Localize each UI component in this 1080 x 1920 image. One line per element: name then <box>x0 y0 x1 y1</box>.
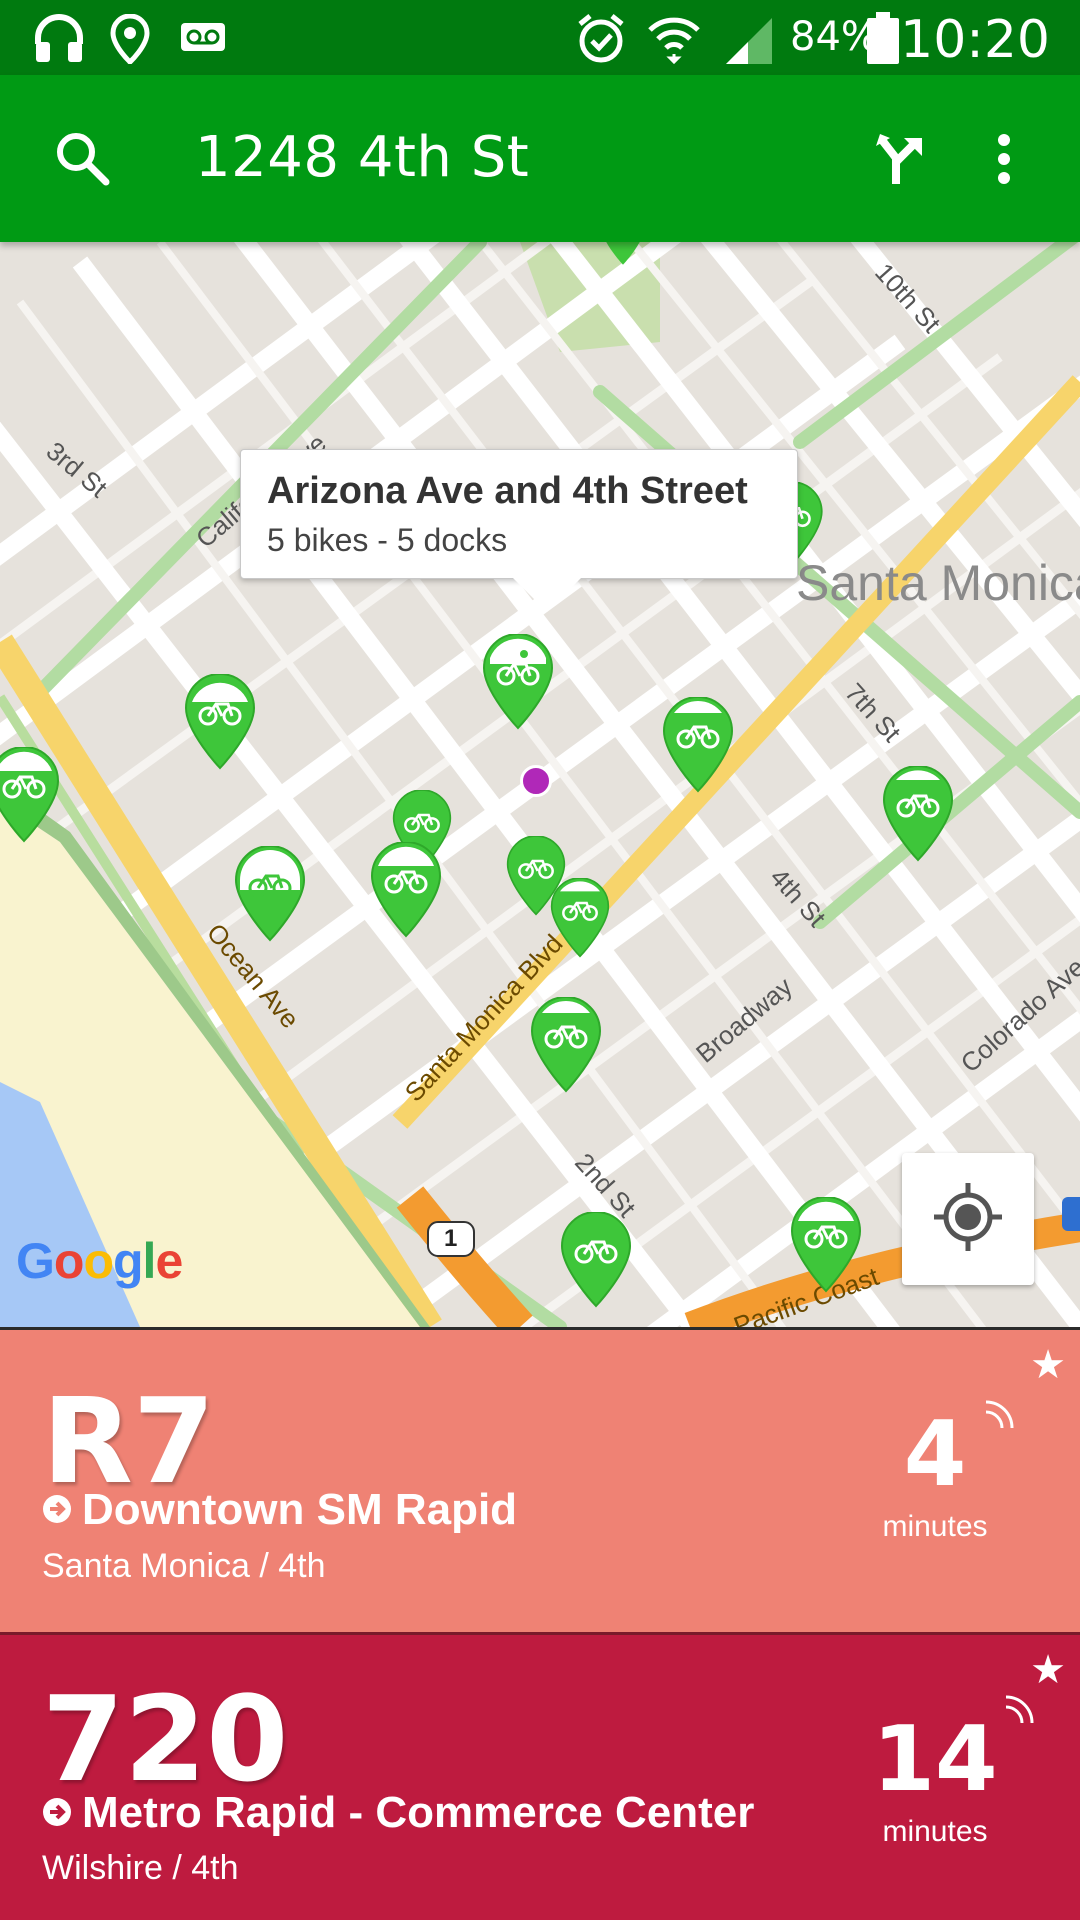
battery-icon <box>866 12 900 69</box>
bike-station-marker[interactable] <box>234 845 306 942</box>
arrival-card[interactable]: 720 Metro Rapid - Commerce Center Wilshi… <box>0 1632 1080 1920</box>
eta-minutes: 4 <box>903 1402 967 1507</box>
clock: 10:20 <box>900 10 1050 70</box>
bike-station-marker[interactable] <box>0 746 60 843</box>
signal-icon <box>724 18 774 69</box>
bike-station-marker[interactable] <box>598 242 648 266</box>
eta-minutes: 14 <box>872 1707 998 1812</box>
map[interactable]: California Ave 3rd St Santa Monica 7th S… <box>0 242 1080 1327</box>
app-bar: 1248 4th St <box>0 75 1080 242</box>
eta: 14 minutes <box>860 1715 1010 1849</box>
bike-station-marker[interactable] <box>560 1211 632 1308</box>
callout-title: Arizona Ave and 4th Street <box>267 470 748 512</box>
route-number: R7 <box>42 1372 215 1510</box>
bike-station-marker[interactable] <box>882 765 954 862</box>
voicemail-icon <box>180 22 226 57</box>
stop-name: Wilshire / 4th <box>42 1849 239 1887</box>
crosshair-icon <box>932 1181 1004 1258</box>
station-callout[interactable]: Arizona Ave and 4th Street 5 bikes - 5 d… <box>240 449 798 612</box>
callout-availability: 5 bikes - 5 docks <box>267 522 508 558</box>
arrow-circle-icon <box>42 1788 72 1838</box>
address-title[interactable]: 1248 4th St <box>195 125 529 190</box>
alarm-icon <box>576 14 626 69</box>
current-location-dot <box>520 765 552 797</box>
bike-station-marker[interactable] <box>370 841 442 938</box>
route-destination: Downtown SM Rapid <box>42 1485 517 1535</box>
eta-unit: minutes <box>882 1510 988 1543</box>
stop-name: Santa Monica / 4th <box>42 1547 326 1585</box>
wifi-icon <box>646 14 702 69</box>
search-icon[interactable] <box>54 130 110 191</box>
callout-pointer <box>513 578 581 612</box>
directions-icon[interactable] <box>876 132 926 189</box>
favorite-star-icon[interactable]: ★ <box>1030 1647 1066 1693</box>
bike-station-marker[interactable] <box>662 696 734 793</box>
my-location-button[interactable] <box>902 1153 1034 1285</box>
arrival-card[interactable]: R7 Downtown SM Rapid Santa Monica / 4th … <box>0 1327 1080 1632</box>
location-icon <box>110 13 150 69</box>
bike-station-marker[interactable] <box>550 877 610 958</box>
overflow-menu-icon[interactable] <box>996 133 1012 190</box>
bike-station-marker[interactable] <box>482 633 554 730</box>
bike-station-marker[interactable] <box>790 1196 862 1293</box>
eta-unit: minutes <box>882 1815 988 1848</box>
headphones-icon <box>32 14 86 67</box>
destination-label: Metro Rapid - Commerce Center <box>82 1788 755 1837</box>
favorite-star-icon[interactable]: ★ <box>1030 1342 1066 1388</box>
arrow-circle-icon <box>42 1485 72 1535</box>
bike-station-marker[interactable] <box>184 673 256 770</box>
eta: 4 minutes <box>860 1410 1010 1544</box>
bike-station-marker[interactable] <box>530 996 602 1093</box>
route-destination: Metro Rapid - Commerce Center <box>42 1788 754 1838</box>
route-number: 720 <box>42 1670 289 1808</box>
destination-label: Downtown SM Rapid <box>82 1485 518 1534</box>
google-logo: Google <box>16 1233 183 1289</box>
status-bar: 84% 10:20 <box>0 0 1080 75</box>
map-label-santa-monica: Santa Monica <box>796 555 1080 611</box>
route-1-shield: 1 <box>444 1225 458 1252</box>
